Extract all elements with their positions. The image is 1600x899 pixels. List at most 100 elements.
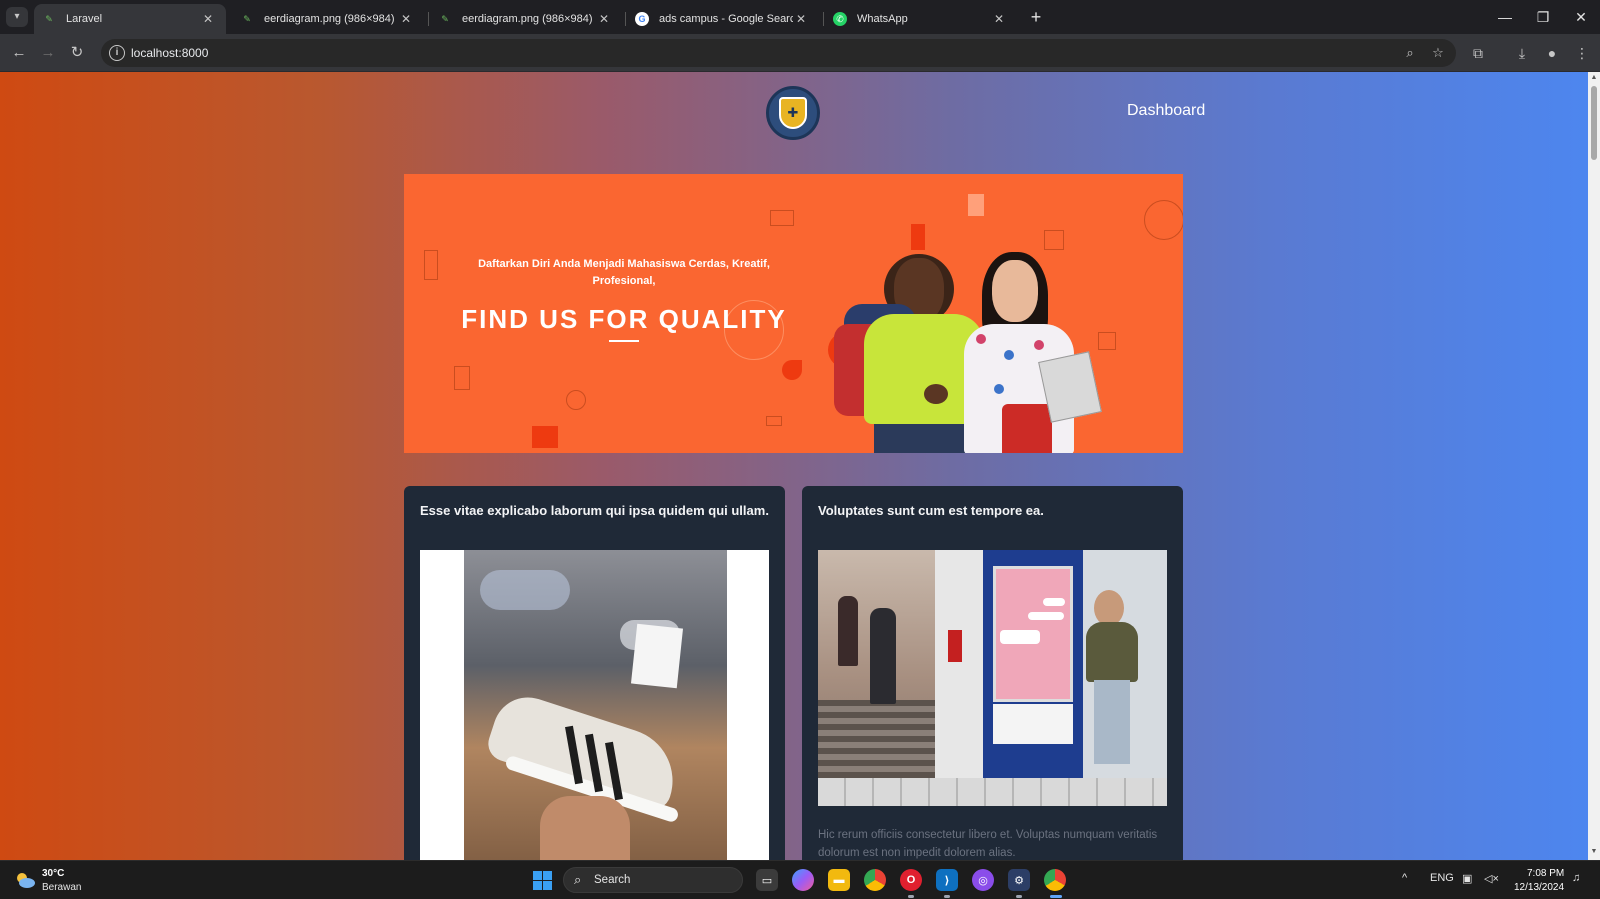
tab-search-button[interactable]: ▾ — [6, 7, 28, 27]
card-title[interactable]: Esse vitae explicabo laborum qui ipsa qu… — [420, 503, 769, 518]
network-icon[interactable]: ▣ — [1462, 872, 1472, 885]
whatsapp-favicon-icon: ✆ — [833, 12, 847, 26]
tray-overflow-icon[interactable]: ^ — [1402, 872, 1407, 884]
tab-title: eerdiagram.png (986×984) — [264, 13, 395, 25]
forward-icon[interactable]: → — [37, 42, 59, 64]
opera-icon[interactable]: O — [900, 869, 922, 891]
post-card[interactable]: Esse vitae explicabo laborum qui ipsa qu… — [404, 486, 785, 860]
site-info-icon[interactable]: i — [109, 45, 125, 61]
clock-date[interactable]: 12/13/2024 — [1514, 882, 1564, 893]
weather-description[interactable]: Berawan — [42, 882, 81, 893]
decor-shape — [532, 426, 558, 448]
volume-muted-icon[interactable]: ◁× — [1484, 872, 1499, 885]
windows-start-icon[interactable] — [533, 871, 552, 890]
page-viewport: ✚ Dashboard Daftarkan Diri Anda Menjadi … — [0, 72, 1588, 860]
taskbar-search[interactable]: ⌕ Search — [563, 867, 743, 893]
reload-icon[interactable]: ↻ — [66, 42, 88, 64]
url-text[interactable]: localhost:8000 — [131, 46, 208, 60]
chrome-icon[interactable] — [864, 869, 886, 891]
zoom-icon[interactable]: ⌕ — [1401, 44, 1419, 62]
decor-shape — [968, 194, 984, 216]
close-window-icon[interactable]: ✕ — [1566, 6, 1596, 28]
decor-shape — [454, 366, 470, 390]
decor-shape — [1098, 332, 1116, 350]
close-icon[interactable]: ✕ — [991, 11, 1007, 27]
address-bar[interactable]: i localhost:8000 ⌕ ☆ — [101, 39, 1456, 67]
download-icon[interactable]: ⤓ — [1511, 42, 1533, 64]
close-icon[interactable]: ✕ — [200, 11, 216, 27]
minimize-icon[interactable]: — — [1490, 6, 1520, 28]
back-icon[interactable]: ← — [8, 42, 30, 64]
decor-shape — [424, 250, 438, 280]
running-indicator — [1016, 895, 1022, 898]
close-icon[interactable]: ✕ — [398, 11, 414, 27]
weather-temperature[interactable]: 30°C — [42, 868, 64, 879]
card-description: Hic rerum officiis consectetur libero et… — [818, 829, 1158, 859]
decor-shape — [1044, 230, 1064, 250]
github-desktop-icon[interactable]: ◎ — [972, 869, 994, 891]
decor-shape — [770, 210, 794, 226]
bookmark-star-icon[interactable]: ☆ — [1429, 44, 1447, 62]
decor-shape — [782, 360, 802, 380]
tab-google-search[interactable]: G ads campus - Google Search ✕ — [627, 4, 819, 34]
notification-bell-icon[interactable]: ♫ — [1572, 872, 1580, 884]
scroll-up-icon[interactable]: ▲ — [1590, 74, 1598, 81]
profile-icon[interactable]: ● — [1541, 42, 1563, 64]
clock-time[interactable]: 7:08 PM — [1527, 868, 1564, 879]
scroll-down-icon[interactable]: ▼ — [1590, 848, 1598, 855]
tab-eerdiagram-1[interactable]: ✎ eerdiagram.png (986×984) ✕ — [232, 4, 424, 34]
tab-separator — [625, 12, 626, 26]
sneaker-photo — [420, 550, 769, 860]
page-scrollbar[interactable]: ▲ ▼ — [1588, 72, 1600, 860]
image-favicon-icon: ✎ — [243, 13, 251, 24]
tab-title: eerdiagram.png (986×984) — [462, 13, 593, 25]
menu-kebab-icon[interactable]: ⋮ — [1571, 42, 1593, 64]
scrollbar-thumb[interactable] — [1591, 86, 1597, 160]
copilot-icon[interactable] — [792, 869, 814, 891]
close-icon[interactable]: ✕ — [793, 11, 809, 27]
tab-separator — [428, 12, 429, 26]
image-favicon-icon: ✎ — [441, 13, 449, 24]
active-indicator — [1050, 895, 1062, 898]
laravel-favicon-icon: ✎ — [45, 13, 53, 24]
banner-tagline: Daftarkan Diri Anda Menjadi Mahasiswa Ce… — [478, 258, 770, 287]
headline-underline — [609, 340, 639, 342]
language-indicator[interactable]: ENG — [1430, 872, 1454, 884]
post-card[interactable]: Voluptates sunt cum est tempore ea. Hic … — [802, 486, 1183, 860]
search-icon: ⌕ — [574, 872, 582, 887]
banner-headline: FIND US FOR QUALITY — [461, 304, 787, 334]
tab-title: Laravel — [66, 13, 103, 25]
decor-shape — [566, 390, 586, 410]
file-explorer-icon[interactable]: ▬ — [828, 869, 850, 891]
campus-hallway-photo — [818, 550, 1167, 806]
tab-separator — [823, 12, 824, 26]
chrome-active-icon[interactable] — [1044, 869, 1066, 891]
google-favicon-icon: G — [635, 12, 649, 26]
terminal-icon[interactable]: ⚙ — [1008, 869, 1030, 891]
campus-logo[interactable]: ✚ — [766, 86, 820, 140]
close-icon[interactable]: ✕ — [596, 11, 612, 27]
new-tab-button[interactable]: + — [1026, 8, 1046, 28]
decor-shape — [1144, 200, 1183, 240]
restore-icon[interactable]: ❐ — [1528, 6, 1558, 28]
running-indicator — [908, 895, 914, 898]
windows-taskbar: 30°C Berawan ⌕ Search ▭ ▬ O ⟩ ◎ ⚙ ^ ENG … — [0, 860, 1600, 899]
weather-cloud-icon[interactable] — [14, 870, 36, 890]
vscode-icon[interactable]: ⟩ — [936, 869, 958, 891]
dashboard-link[interactable]: Dashboard — [1127, 102, 1205, 120]
decor-shape — [766, 416, 782, 426]
extensions-icon[interactable]: ⧉ — [1467, 42, 1489, 64]
tab-title: ads campus - Google Search — [659, 13, 793, 25]
shield-icon: ✚ — [779, 97, 807, 129]
taskbar-search-label: Search — [594, 874, 631, 886]
running-indicator — [944, 895, 950, 898]
browser-toolbar: ← → ↻ i localhost:8000 ⌕ ☆ ⧉ ⤓ ● ⋮ — [0, 34, 1600, 72]
decor-shape — [911, 224, 925, 250]
card-title[interactable]: Voluptates sunt cum est tempore ea. — [818, 503, 1044, 518]
browser-tab-strip: ▾ ✎ Laravel ✕ ✎ eerdiagram.png (986×984)… — [0, 0, 1600, 34]
tab-laravel[interactable]: ✎ Laravel ✕ — [34, 4, 226, 34]
tab-whatsapp[interactable]: ✆ WhatsApp ✕ — [825, 4, 1017, 34]
task-view-icon[interactable]: ▭ — [756, 869, 778, 891]
tab-eerdiagram-2[interactable]: ✎ eerdiagram.png (986×984) ✕ — [430, 4, 622, 34]
tab-title: WhatsApp — [857, 13, 908, 25]
